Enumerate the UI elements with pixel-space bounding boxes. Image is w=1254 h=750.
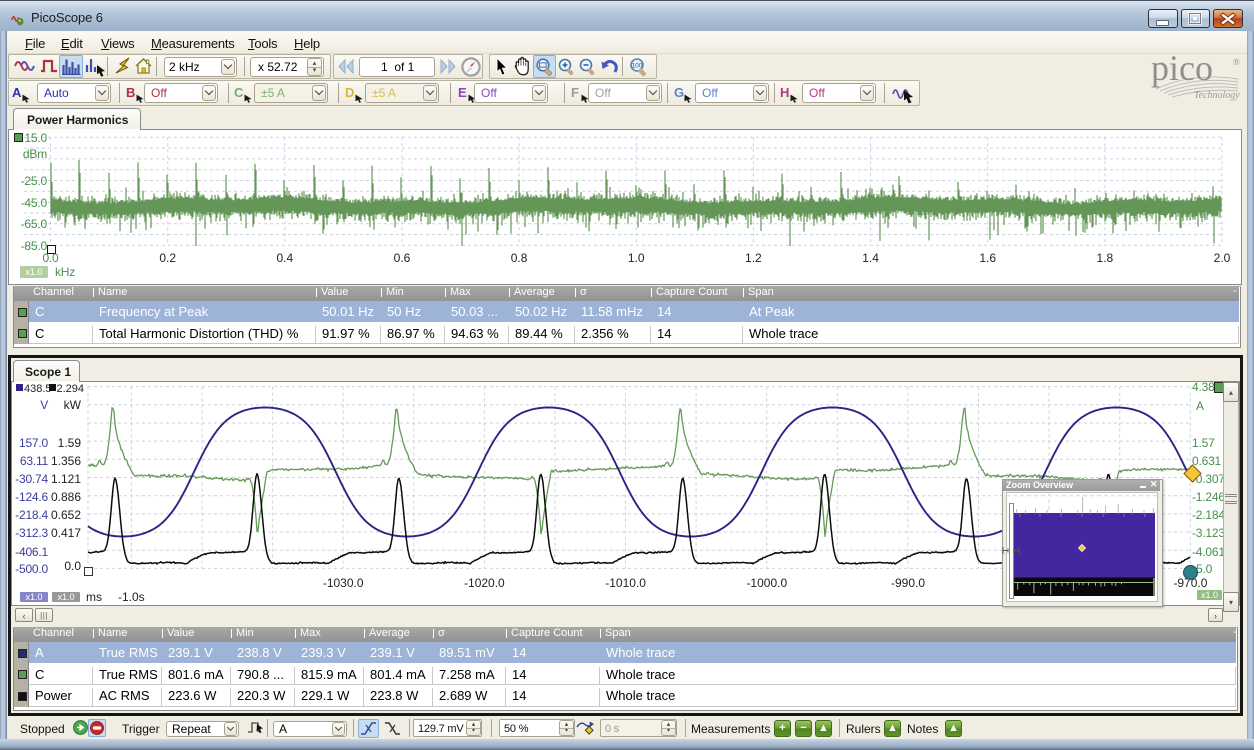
svg-text:Technology: Technology [1194,90,1240,101]
svg-text:100: 100 [632,63,643,70]
svg-text:®: ® [1233,57,1240,67]
svg-text:pico: pico [1151,52,1213,88]
